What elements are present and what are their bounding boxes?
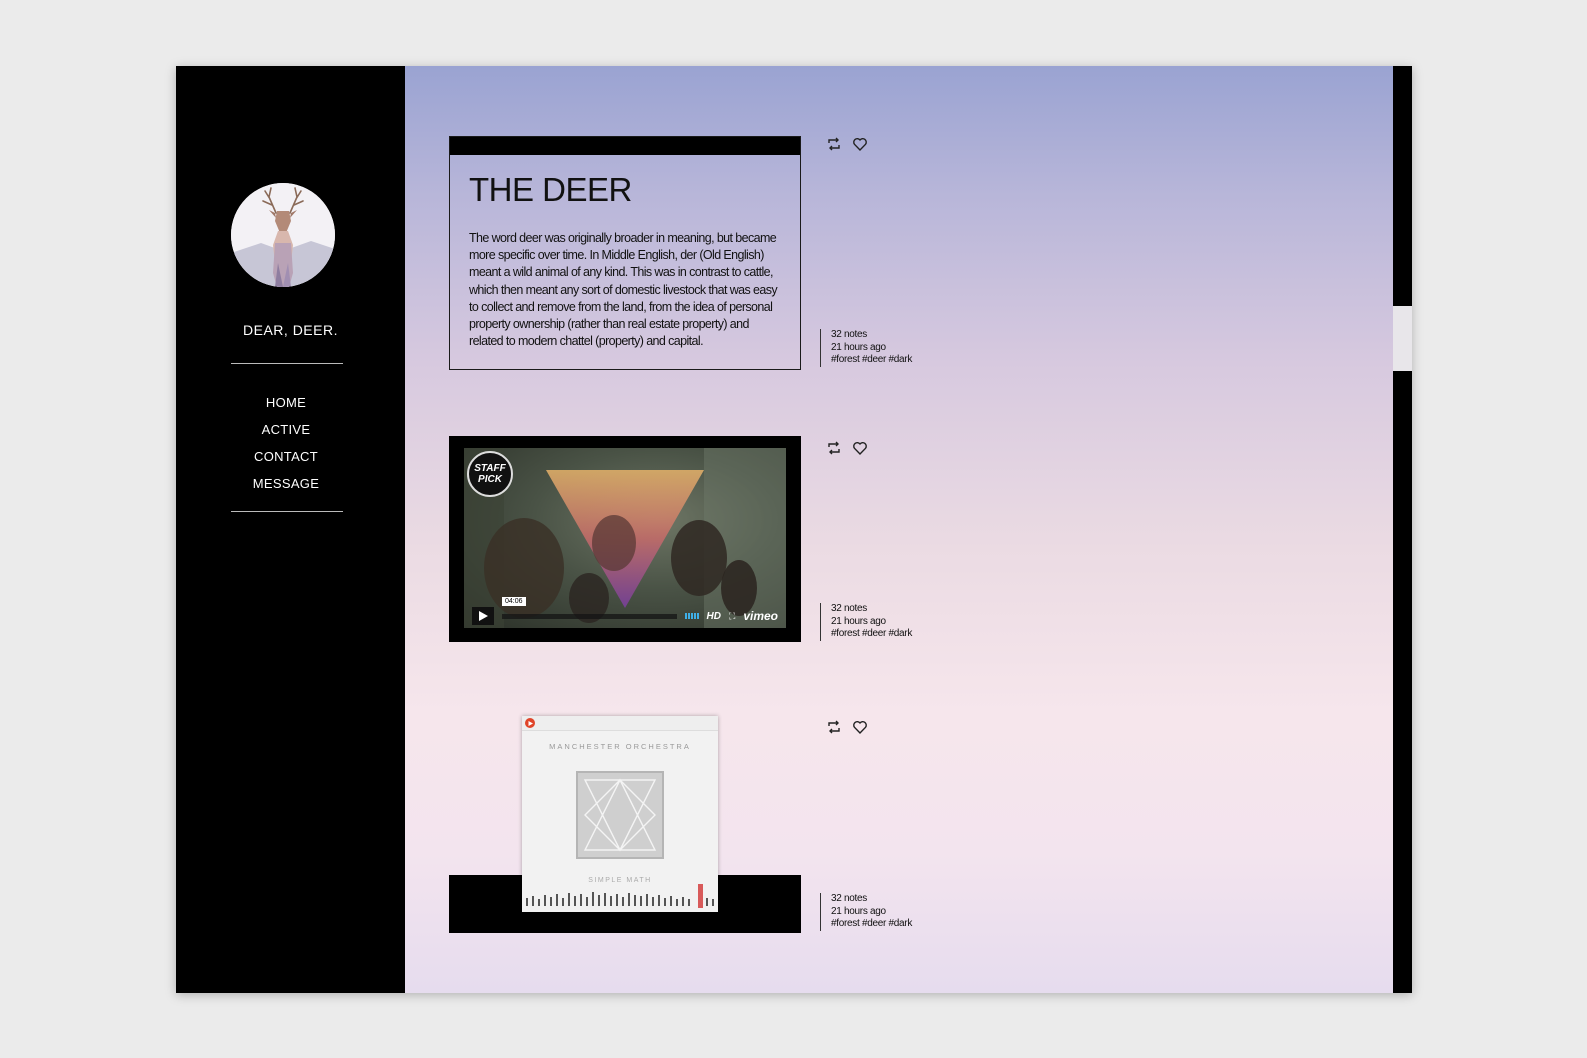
divider-top: [231, 363, 343, 364]
post-time: 21 hours ago: [831, 615, 886, 627]
player-header: [522, 716, 718, 731]
notes-count[interactable]: 32 notes: [831, 329, 912, 342]
post-actions: [826, 136, 868, 152]
scrollbar-thumb[interactable]: [1393, 306, 1412, 371]
text-post: THE DEER The word deer was originally br…: [449, 136, 801, 370]
video-progress-bar[interactable]: [502, 613, 677, 619]
post-tags[interactable]: #forest #deer #dark: [831, 628, 912, 641]
nav-message[interactable]: MESSAGE: [176, 470, 396, 497]
notes-count[interactable]: 32 notes: [831, 603, 912, 616]
reblog-icon[interactable]: [826, 136, 842, 152]
staff-pick-badge: STAFF PICK: [467, 451, 513, 497]
post-meta: 32 notes 21 hours ago #forest #deer #dar…: [820, 329, 912, 367]
album-title: SIMPLE MATH: [588, 877, 652, 884]
post-feed: THE DEER The word deer was originally br…: [405, 66, 1393, 993]
notes-count[interactable]: 32 notes: [831, 893, 912, 906]
vimeo-logo[interactable]: vimeo: [743, 609, 778, 623]
site-title[interactable]: DEAR, DEER.: [176, 322, 405, 338]
post-header-band: [450, 137, 800, 155]
post-meta: 32 notes 21 hours ago #forest #deer #dar…: [820, 603, 912, 641]
play-icon[interactable]: [525, 718, 535, 728]
album-art: [576, 771, 664, 859]
post-tags[interactable]: #forest #deer #dark: [831, 918, 912, 931]
post-time: 21 hours ago: [831, 341, 886, 353]
deer-avatar-image: [231, 183, 335, 287]
post-tags[interactable]: #forest #deer #dark: [831, 354, 912, 367]
nav-active[interactable]: ACTIVE: [176, 416, 396, 443]
post-actions: [826, 440, 868, 456]
post-meta: 32 notes 21 hours ago #forest #deer #dar…: [820, 893, 912, 931]
audio-player[interactable]: MANCHESTER ORCHESTRA SIMPLE MATH: [522, 716, 718, 912]
hd-toggle[interactable]: HD: [707, 611, 721, 622]
volume-icon[interactable]: [684, 613, 699, 619]
post-title[interactable]: THE DEER: [469, 171, 632, 209]
post-body: The word deer was originally broader in …: [469, 231, 778, 349]
video-player[interactable]: STAFF PICK 04:06 HD ⛶ vimeo: [464, 448, 786, 628]
sidebar: DEAR, DEER. HOME ACTIVE CONTACT MESSAGE: [176, 66, 405, 993]
divider-bottom: [231, 511, 343, 512]
reblog-icon[interactable]: [826, 440, 842, 456]
video-controls: HD ⛶ vimeo: [464, 604, 786, 628]
fullscreen-icon[interactable]: ⛶: [729, 611, 735, 622]
audio-waveform[interactable]: [522, 884, 718, 908]
nav-contact[interactable]: CONTACT: [176, 443, 396, 470]
heart-icon[interactable]: [852, 719, 868, 735]
avatar[interactable]: [231, 183, 335, 287]
post-actions: [826, 719, 868, 735]
reblog-icon[interactable]: [826, 719, 842, 735]
post-time: 21 hours ago: [831, 905, 886, 917]
album-artist: MANCHESTER ORCHESTRA: [549, 742, 691, 751]
nav-home[interactable]: HOME: [176, 389, 396, 416]
main-nav: HOME ACTIVE CONTACT MESSAGE: [176, 389, 396, 497]
scrollbar-track[interactable]: [1393, 66, 1412, 993]
blog-frame: DEAR, DEER. HOME ACTIVE CONTACT MESSAGE …: [176, 66, 1412, 993]
video-post: STAFF PICK 04:06 HD ⛶ vimeo: [449, 436, 801, 642]
play-icon[interactable]: [472, 607, 494, 625]
heart-icon[interactable]: [852, 136, 868, 152]
heart-icon[interactable]: [852, 440, 868, 456]
